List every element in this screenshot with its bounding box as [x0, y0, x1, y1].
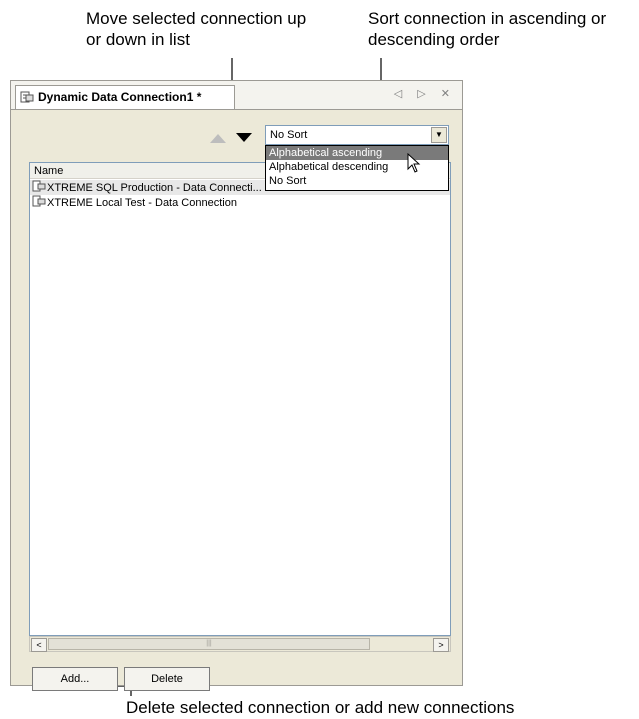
scroll-left-button[interactable]: < — [31, 638, 47, 652]
list-item-label: XTREME Local Test - Data Connection — [47, 197, 237, 209]
list-item[interactable]: XTREME Local Test - Data Connection — [30, 195, 450, 210]
add-button[interactable]: Add... — [32, 667, 118, 691]
dynamic-data-connection-panel: Dynamic Data Connection1 * ◁ ▷ ✕ No Sort… — [10, 80, 463, 691]
scroll-thumb[interactable]: ||| — [48, 638, 370, 650]
list-item-label: XTREME SQL Production - Data Connecti... — [47, 182, 262, 194]
mouse-cursor-icon — [407, 153, 421, 173]
tab-navigation-icons[interactable]: ◁ ▷ ✕ — [394, 87, 456, 100]
move-down-icon[interactable] — [235, 132, 253, 144]
connection-list: Name XTREME SQL Production - Data Connec… — [29, 162, 451, 636]
callout-add-delete: Delete selected connection or add new co… — [126, 698, 515, 717]
panel-content: No Sort ▼ Alphabetical ascending Alphabe… — [15, 115, 458, 691]
sort-option-no-sort[interactable]: No Sort — [266, 174, 448, 188]
tab-strip: Dynamic Data Connection1 * ◁ ▷ ✕ — [11, 81, 462, 110]
sort-dropdown[interactable]: No Sort ▼ — [265, 125, 449, 145]
tab-title: Dynamic Data Connection1 * — [38, 90, 202, 104]
chevron-down-icon[interactable]: ▼ — [431, 127, 447, 143]
data-connection-icon — [32, 180, 46, 192]
move-up-icon[interactable] — [209, 132, 227, 144]
delete-button[interactable]: Delete — [124, 667, 210, 691]
scroll-right-button[interactable]: > — [433, 638, 449, 652]
tab-dynamic-data-connection[interactable]: Dynamic Data Connection1 * — [15, 85, 235, 109]
sort-options-list: Alphabetical ascending Alphabetical desc… — [265, 145, 449, 191]
data-connection-icon — [20, 91, 34, 103]
sort-selected-value: No Sort — [270, 129, 308, 141]
data-connection-icon — [32, 195, 46, 207]
horizontal-scrollbar[interactable]: < ||| > — [29, 636, 451, 652]
